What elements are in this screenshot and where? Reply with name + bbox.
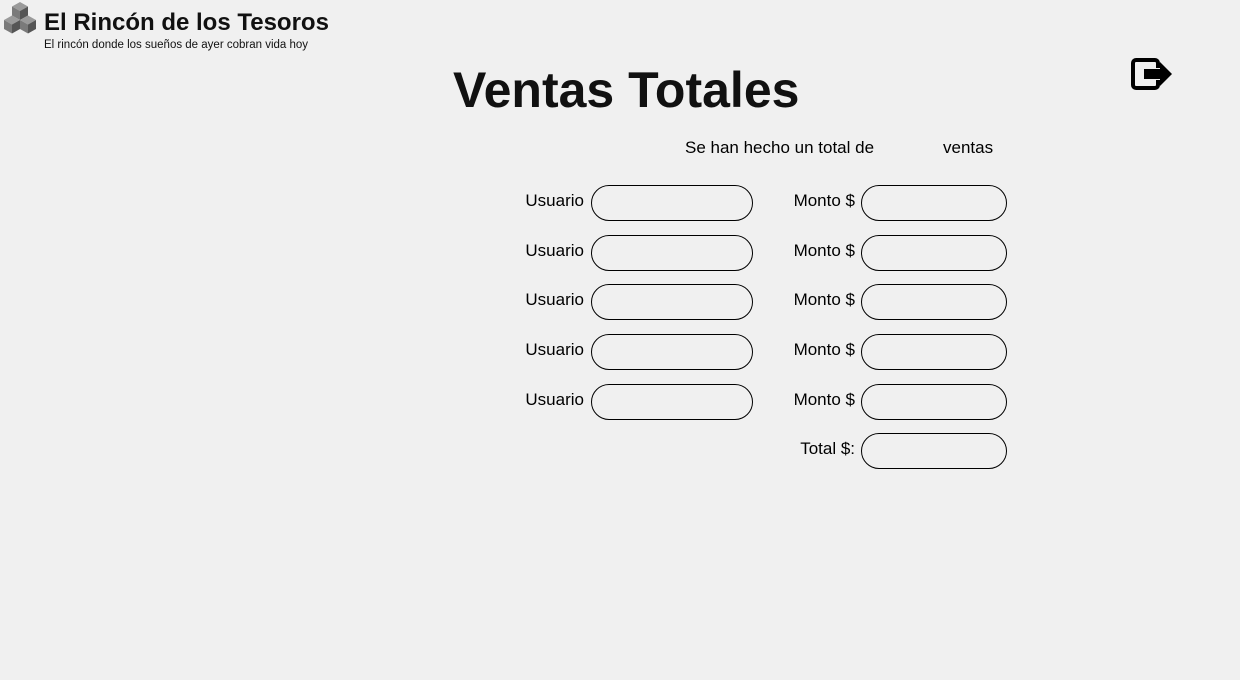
user-label: Usuario	[525, 390, 584, 409]
brand-title: El Rincón de los Tesoros	[44, 9, 329, 36]
user-field[interactable]	[591, 384, 753, 420]
user-field[interactable]	[591, 334, 753, 370]
amount-field[interactable]	[861, 334, 1007, 370]
amount-field[interactable]	[861, 235, 1007, 271]
logout-icon[interactable]	[1130, 56, 1174, 92]
user-label: Usuario	[525, 340, 584, 359]
page-title: Ventas Totales	[453, 62, 800, 118]
amount-field[interactable]	[861, 384, 1007, 420]
total-field[interactable]	[861, 433, 1007, 469]
user-field[interactable]	[591, 185, 753, 221]
user-field[interactable]	[591, 235, 753, 271]
sales-summary-suffix: ventas	[943, 138, 994, 157]
user-field[interactable]	[591, 284, 753, 320]
stacked-cubes-icon	[4, 2, 36, 34]
brand-tagline: El rincón donde los sueños de ayer cobra…	[44, 39, 309, 51]
total-label: Total $:	[800, 439, 855, 458]
amount-label: Monto $	[793, 390, 855, 409]
user-label: Usuario	[525, 290, 584, 309]
amount-label: Monto $	[793, 340, 855, 359]
amount-field[interactable]	[861, 185, 1007, 221]
amount-label: Monto $	[793, 290, 855, 309]
amount-label: Monto $	[793, 241, 855, 260]
sales-summary-prefix: Se han hecho un total de	[685, 138, 875, 157]
amount-label: Monto $	[793, 191, 855, 210]
amount-field[interactable]	[861, 284, 1007, 320]
user-label: Usuario	[525, 241, 584, 260]
user-label: Usuario	[525, 191, 584, 210]
